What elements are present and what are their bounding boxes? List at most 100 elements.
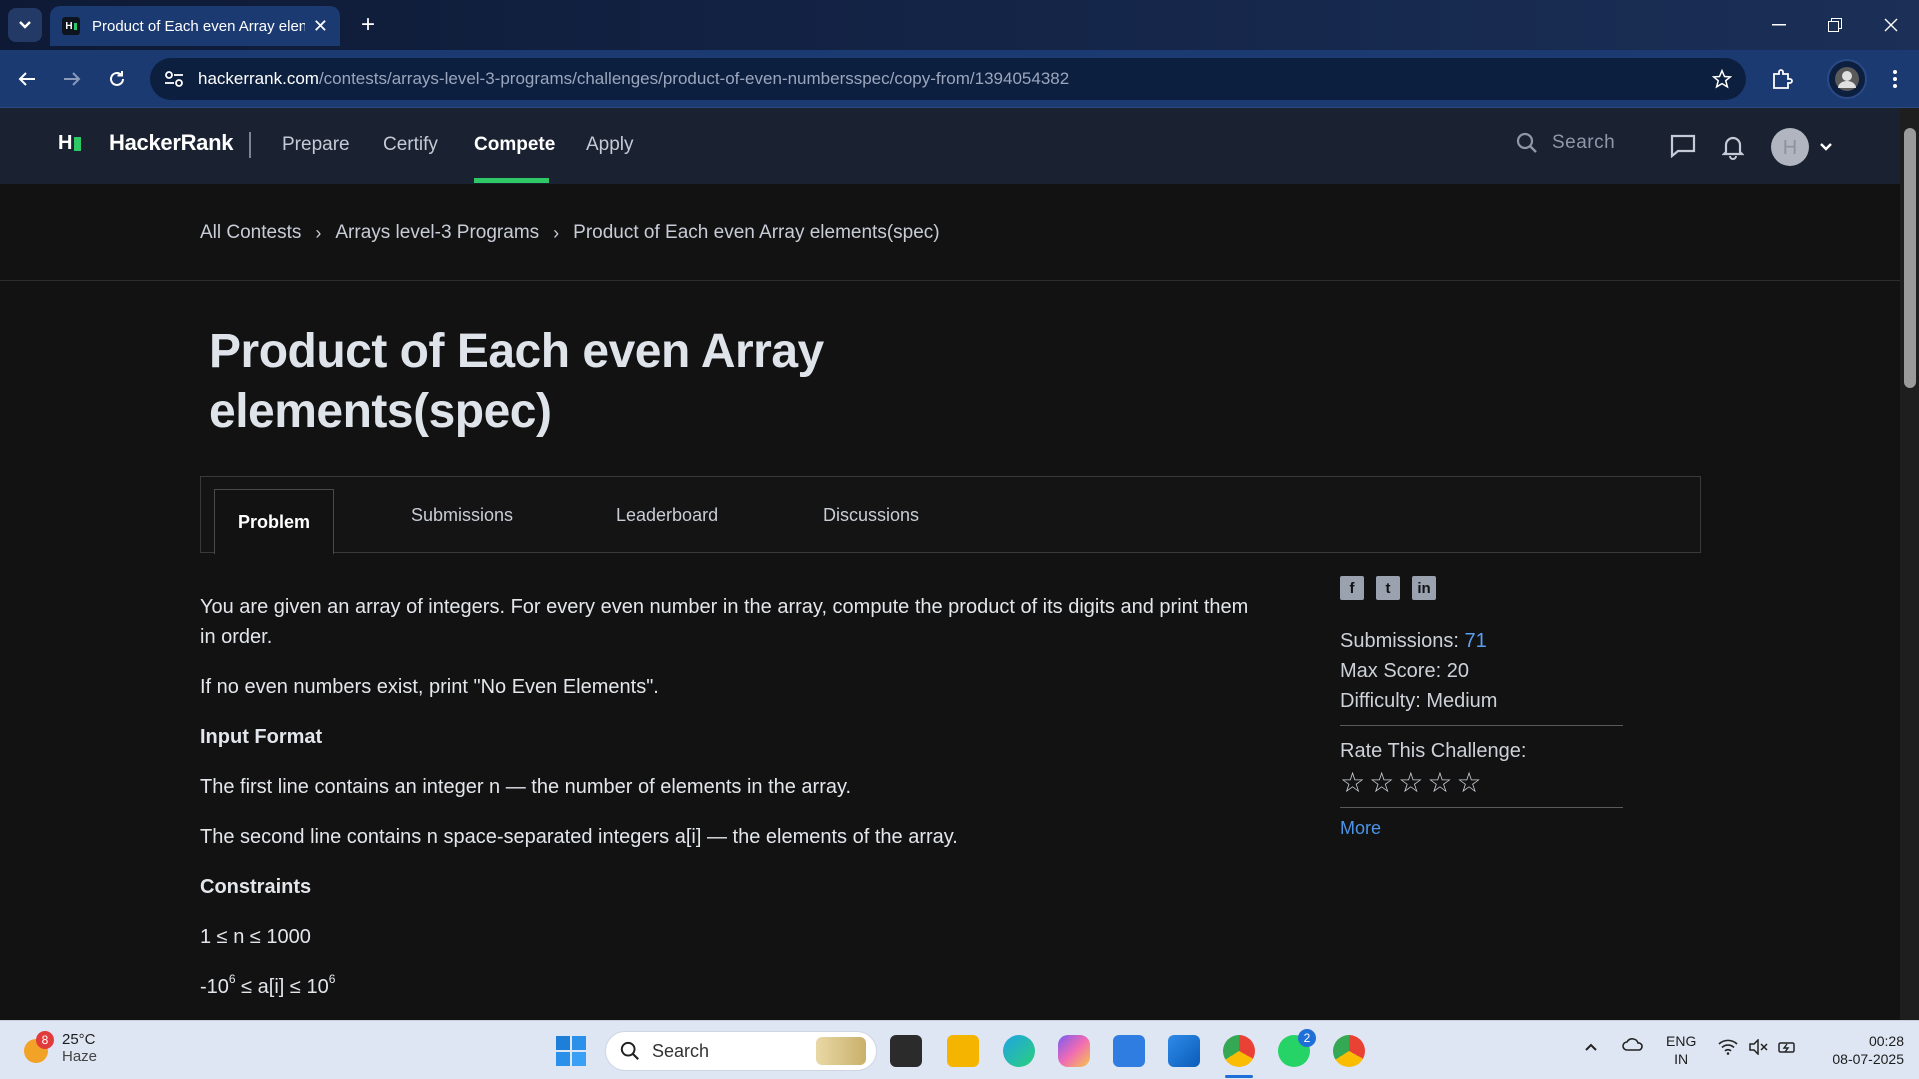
notifications-button[interactable] [1721, 134, 1745, 165]
facebook-icon[interactable]: f [1340, 576, 1364, 600]
whatsapp-badge: 2 [1298, 1029, 1316, 1047]
active-app-indicator [1225, 1075, 1253, 1078]
file-explorer-icon[interactable] [947, 1035, 979, 1067]
linkedin-icon[interactable]: in [1412, 576, 1436, 600]
chrome-profile-icon[interactable] [1333, 1035, 1365, 1067]
star-icon[interactable]: ☆ [1398, 768, 1423, 798]
browser-profile-avatar[interactable] [1827, 59, 1867, 99]
clock[interactable]: 00:28 08-07-2025 [1818, 1032, 1904, 1068]
input-format-line2: The second line contains n space-separat… [200, 826, 958, 848]
star-icon[interactable]: ☆ [1456, 768, 1481, 798]
windows-taskbar: 8 25°C Haze Search 2 ENG IN 00:28 08-07-… [0, 1020, 1919, 1079]
extensions-button[interactable] [1767, 64, 1797, 94]
browser-menu-button[interactable] [1880, 64, 1910, 94]
clock-time: 00:28 [1868, 1033, 1904, 1049]
star-icon[interactable]: ☆ [1340, 768, 1365, 798]
restore-button[interactable] [1807, 0, 1863, 50]
onedrive-icon[interactable] [1622, 1037, 1644, 1054]
active-nav-indicator [474, 178, 549, 183]
sidebar-divider [1340, 725, 1623, 726]
system-tray-status[interactable] [1718, 1039, 1798, 1055]
chevron-down-icon [1820, 143, 1832, 151]
difficulty-value: Medium [1426, 690, 1498, 712]
tab-problem[interactable]: Problem [214, 489, 334, 554]
windows-logo-icon [556, 1036, 586, 1066]
taskbar-search-placeholder: Search [652, 1040, 710, 1061]
chat-icon [1670, 134, 1696, 159]
weather-widget[interactable]: 8 25°C Haze [20, 1031, 97, 1065]
photos-icon[interactable] [1168, 1035, 1200, 1067]
reload-button[interactable] [102, 64, 132, 94]
hackerrank-favicon: H [62, 17, 80, 35]
messages-button[interactable] [1670, 134, 1696, 163]
tab-search-button[interactable] [8, 8, 42, 42]
copilot-icon[interactable] [1058, 1035, 1090, 1067]
weather-condition: Haze [62, 1048, 98, 1065]
weather-badge: 8 [36, 1031, 54, 1049]
avatar-icon [1835, 67, 1859, 91]
chrome-icon[interactable] [1223, 1035, 1255, 1067]
show-hidden-icons[interactable] [1584, 1039, 1598, 1055]
notepad-icon[interactable] [1113, 1035, 1145, 1067]
bookmark-star-icon[interactable] [1712, 69, 1732, 89]
language-indicator[interactable]: ENG IN [1666, 1032, 1696, 1068]
task-view-icon[interactable] [890, 1035, 922, 1067]
close-window-button[interactable] [1863, 0, 1919, 50]
logo-dot [74, 136, 82, 151]
volume-muted-icon [1749, 1039, 1768, 1055]
brand-name[interactable]: HackerRank [109, 130, 234, 156]
browser-tab-bar: H Product of Each even Array elen ✕ + [0, 0, 1919, 50]
breadcrumb-all-contests[interactable]: All Contests [200, 222, 301, 244]
tab-title: Product of Each even Array elen [92, 17, 305, 35]
tab-submissions[interactable]: Submissions [411, 477, 513, 554]
wifi-icon [1718, 1039, 1738, 1055]
nav-prepare[interactable]: Prepare [282, 134, 350, 156]
nav-certify[interactable]: Certify [383, 134, 438, 156]
breadcrumb: All Contests › Arrays level-3 Programs ›… [200, 222, 940, 244]
start-button[interactable] [555, 1035, 587, 1067]
breadcrumb-challenge[interactable]: Product of Each even Array elements(spec… [573, 222, 939, 244]
star-icon[interactable]: ☆ [1369, 768, 1394, 798]
problem-statement: You are given an array of integers. For … [200, 592, 1260, 1022]
edge-icon[interactable] [1003, 1035, 1035, 1067]
minimize-button[interactable] [1751, 0, 1807, 50]
submissions-count[interactable]: 71 [1465, 630, 1487, 652]
tab-close-icon[interactable]: ✕ [313, 16, 328, 37]
scrollbar-thumb[interactable] [1904, 128, 1916, 388]
user-avatar-icon: H [1771, 128, 1809, 166]
chevron-right-icon: › [315, 222, 322, 243]
max-score-label: Max Score: [1340, 660, 1442, 682]
search-icon [620, 1041, 639, 1060]
breadcrumb-contest[interactable]: Arrays level-3 Programs [335, 222, 539, 244]
max-score-value: 20 [1446, 660, 1469, 682]
forward-button[interactable] [57, 64, 87, 94]
tab-discussions[interactable]: Discussions [823, 477, 919, 554]
back-button[interactable] [12, 64, 42, 94]
hackerrank-logo[interactable]: H [58, 132, 82, 155]
close-icon [1884, 18, 1898, 32]
no-even-note: If no even numbers exist, print "No Even… [200, 676, 659, 698]
browser-tab[interactable]: H Product of Each even Array elen ✕ [50, 6, 340, 46]
taskbar-search[interactable]: Search [605, 1031, 877, 1071]
new-tab-button[interactable]: + [352, 9, 384, 41]
tab-leaderboard[interactable]: Leaderboard [616, 477, 718, 554]
nav-apply[interactable]: Apply [586, 134, 634, 156]
region-code: IN [1674, 1051, 1689, 1067]
star-icon[interactable]: ☆ [1427, 768, 1452, 798]
user-menu[interactable]: H [1771, 128, 1833, 166]
page-title-line2: elements(spec) [209, 385, 552, 438]
problem-description: You are given an array of integers. For … [200, 596, 1249, 648]
address-bar[interactable]: hackerrank.com/contests/arrays-level-3-p… [150, 58, 1746, 100]
search-icon [1516, 132, 1537, 153]
site-search[interactable]: Search [1516, 132, 1615, 154]
site-info-icon[interactable] [164, 70, 184, 88]
bell-icon [1721, 136, 1745, 160]
whatsapp-icon[interactable]: 2 [1278, 1029, 1316, 1067]
more-link[interactable]: More [1340, 818, 1623, 839]
nav-compete[interactable]: Compete [474, 134, 555, 156]
difficulty-stat: Difficulty: Medium [1340, 686, 1623, 716]
difficulty-label: Difficulty: [1340, 690, 1421, 712]
url-text[interactable]: hackerrank.com/contests/arrays-level-3-p… [198, 69, 1069, 89]
page-title-line1: Product of Each even Array [209, 325, 824, 378]
twitter-icon[interactable]: t [1376, 576, 1400, 600]
